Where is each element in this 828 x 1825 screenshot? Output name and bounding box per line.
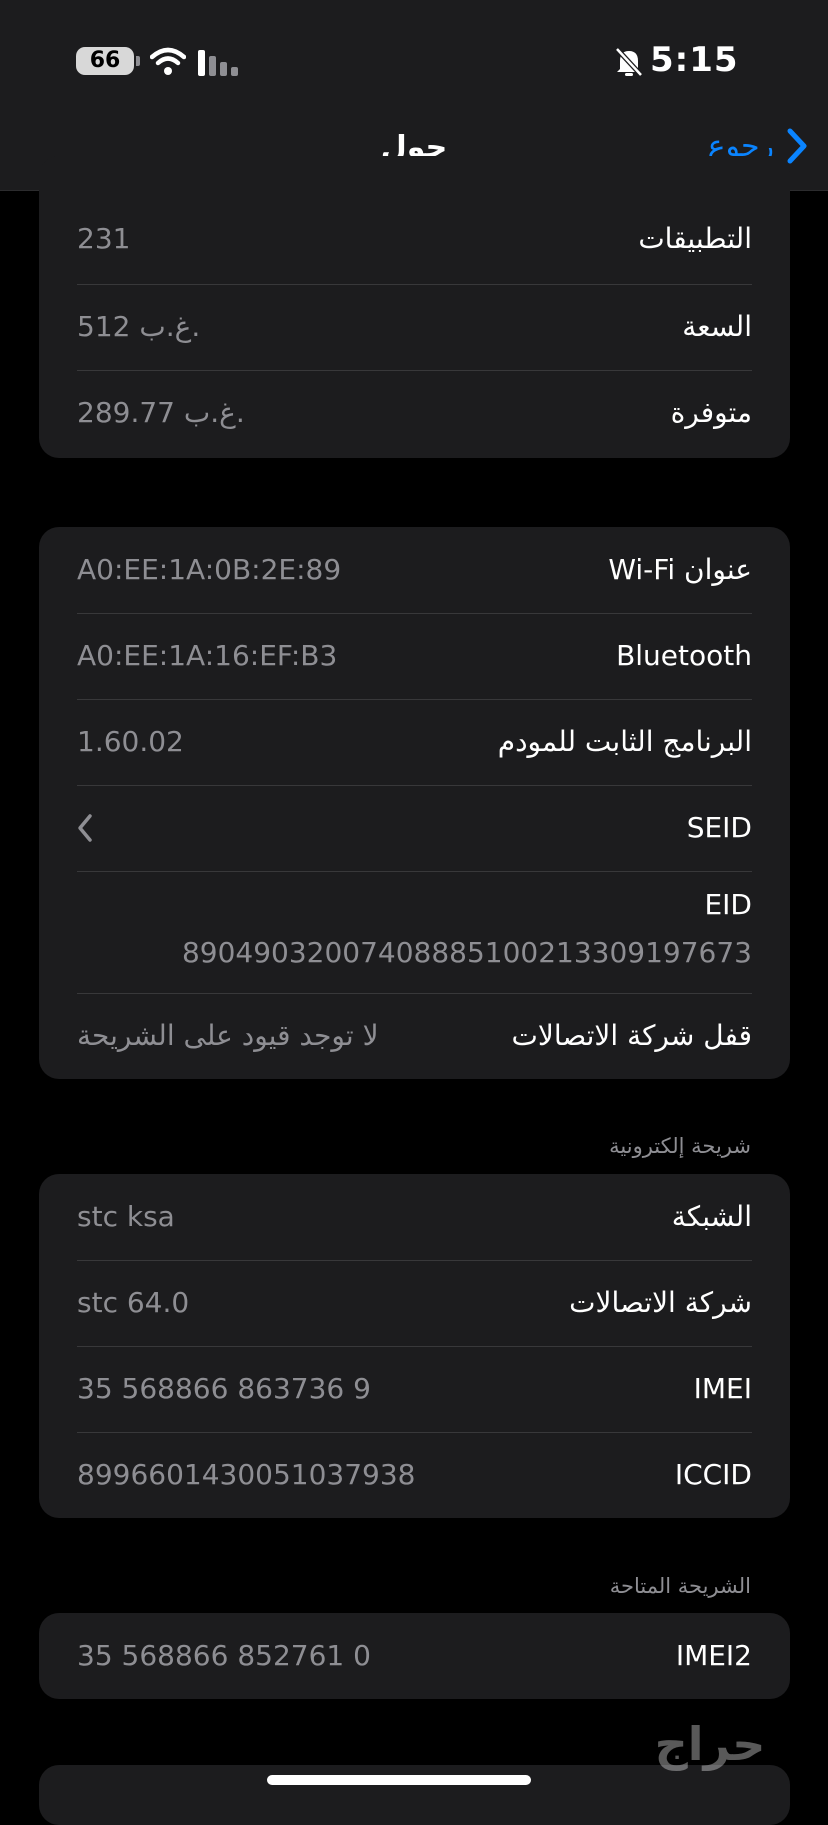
iccid-value: 8996601430051037938 — [77, 1458, 416, 1491]
available-value: 289.77 غ.ب. — [77, 396, 245, 429]
eid-row: EID 89049032007408885100213309197673 — [39, 871, 790, 993]
modem-firmware-row: البرنامج الثابت للمودم 1.60.02 — [39, 699, 790, 785]
network-group: عنوان Wi-Fi A0:EE:1A:0B:2E:89 Bluetooth … — [39, 527, 790, 1079]
wifi-address-label: عنوان Wi-Fi — [608, 553, 752, 586]
seid-label: SEID — [686, 811, 752, 844]
home-indicator[interactable] — [267, 1775, 531, 1785]
iccid-row: ICCID 8996601430051037938 — [39, 1432, 790, 1518]
available-sim-group: IMEI2 35 568866 852761 0 — [39, 1613, 790, 1699]
carrier-lock-label: قفل شركة الاتصالات — [511, 1019, 753, 1052]
bell-slash-icon — [615, 47, 643, 77]
iccid-label: ICCID — [674, 1458, 752, 1491]
carrier-label: شركة الاتصالات — [569, 1286, 752, 1319]
signal-icon — [198, 48, 242, 76]
imei2-label: IMEI2 — [675, 1639, 752, 1672]
carrier-lock-row: قفل شركة الاتصالات لا توجد قيود على الشر… — [39, 993, 790, 1079]
storage-group-overscroll — [39, 156, 790, 196]
esim-section-header: شريحة إلكترونية — [609, 1134, 751, 1158]
apps-value: 231 — [77, 222, 131, 255]
seid-row[interactable]: SEID — [39, 785, 790, 871]
wifi-icon — [150, 47, 186, 75]
capacity-value: 512 غ.ب. — [77, 310, 201, 343]
storage-group: التطبيقات 231 السعة 512 غ.ب. متوفرة 289.… — [39, 156, 790, 458]
esim-group: الشبكة stc ksa شركة الاتصالات stc 64.0 I… — [39, 1174, 790, 1518]
eid-value: 89049032007408885100213309197673 — [181, 936, 752, 969]
watermark-text: حراج — [655, 1717, 766, 1771]
imei2-value: 35 568866 852761 0 — [77, 1639, 371, 1672]
haraj-logo-icon: حراج — [655, 1717, 766, 1771]
eid-label: EID — [704, 888, 752, 921]
carrier-row: شركة الاتصالات stc 64.0 — [39, 1260, 790, 1346]
clock: 5:15 — [650, 40, 739, 80]
carrier-value: stc 64.0 — [77, 1286, 190, 1319]
status-bar: 66 5:15 — [0, 0, 828, 110]
modem-firmware-value: 1.60.02 — [77, 725, 184, 758]
imei-label: IMEI — [693, 1372, 752, 1405]
available-row: متوفرة 289.77 غ.ب. — [39, 370, 790, 456]
imei2-row: IMEI2 35 568866 852761 0 — [39, 1613, 790, 1699]
wifi-address-row: عنوان Wi-Fi A0:EE:1A:0B:2E:89 — [39, 527, 790, 613]
carrier-lock-value: لا توجد قيود على الشريحة — [77, 1019, 379, 1052]
imei-value: 35 568866 863736 9 — [77, 1372, 371, 1405]
next-group — [39, 1765, 790, 1825]
bluetooth-value: A0:EE:1A:16:EF:B3 — [77, 639, 338, 672]
apps-row: التطبيقات 231 — [39, 196, 790, 284]
chevron-right-icon — [787, 128, 807, 164]
battery-icon: 66 — [76, 47, 140, 75]
network-label: الشبكة — [671, 1200, 752, 1233]
imei-row: IMEI 35 568866 863736 9 — [39, 1346, 790, 1432]
bluetooth-label: Bluetooth — [616, 639, 752, 672]
capacity-label: السعة — [682, 310, 752, 343]
battery-level: 66 — [89, 48, 121, 73]
wifi-address-value: A0:EE:1A:0B:2E:89 — [77, 553, 342, 586]
bluetooth-row: Bluetooth A0:EE:1A:16:EF:B3 — [39, 613, 790, 699]
available-label: متوفرة — [670, 396, 752, 429]
chevron-left-icon — [78, 814, 92, 842]
capacity-row: السعة 512 غ.ب. — [39, 284, 790, 370]
available-sim-section-header: الشريحة المتاحة — [609, 1574, 751, 1598]
network-value: stc ksa — [77, 1200, 175, 1233]
modem-firmware-label: البرنامج الثابت للمودم — [497, 725, 752, 758]
network-row: الشبكة stc ksa — [39, 1174, 790, 1260]
apps-label: التطبيقات — [638, 222, 752, 255]
